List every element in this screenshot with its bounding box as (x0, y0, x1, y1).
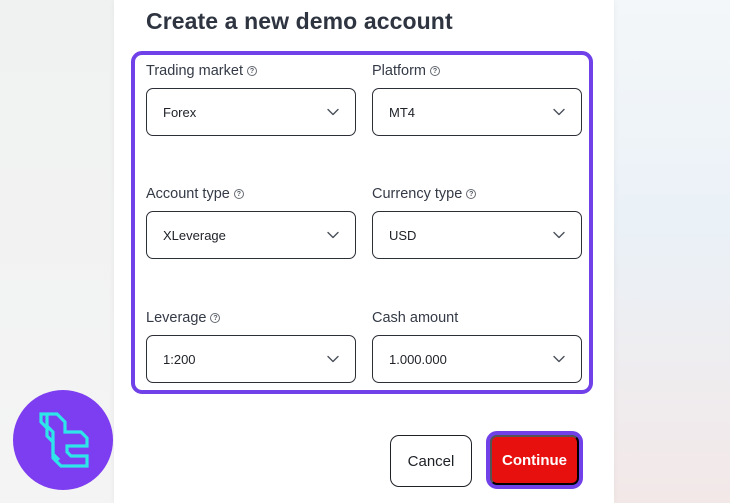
page-title: Create a new demo account (146, 8, 453, 34)
cash-amount-value: 1.000.000 (389, 351, 447, 367)
leverage-select[interactable]: 1:200 (146, 335, 356, 383)
platform-label: Platform ? (372, 61, 582, 81)
question-circle-icon[interactable]: ? (466, 189, 477, 199)
question-circle-icon[interactable]: ? (246, 66, 257, 76)
currency-type-field: Currency type ? USD (372, 184, 582, 259)
cash-amount-field: Cash amount 1.000.000 (372, 308, 582, 383)
cancel-button[interactable]: Cancel (390, 435, 472, 487)
chevron-down-icon (327, 355, 339, 363)
account-type-label: Account type ? (146, 184, 356, 204)
chevron-down-icon (553, 355, 565, 363)
trading-market-field: Trading market ? Forex (146, 61, 356, 136)
platform-select[interactable]: MT4 (372, 88, 582, 136)
cash-amount-select[interactable]: 1.000.000 (372, 335, 582, 383)
question-circle-icon[interactable]: ? (233, 189, 244, 199)
leverage-field: Leverage ? 1:200 (146, 308, 356, 383)
trading-market-value: Forex (163, 104, 197, 120)
continue-button[interactable]: Continue (490, 435, 579, 485)
trading-market-label: Trading market ? (146, 61, 356, 81)
chevron-down-icon (327, 231, 339, 239)
question-circle-icon[interactable]: ? (430, 66, 440, 76)
chevron-down-icon (327, 108, 339, 116)
leverage-value: 1:200 (163, 351, 196, 367)
account-type-value: XLeverage (163, 227, 226, 243)
brand-logo-icon (13, 390, 113, 490)
chevron-down-icon (553, 231, 565, 239)
platform-value: MT4 (389, 104, 415, 120)
currency-type-select[interactable]: USD (372, 211, 582, 259)
cash-amount-label: Cash amount (372, 310, 459, 326)
currency-type-label: Currency type ? (372, 184, 582, 204)
brand-logo-mark (39, 412, 89, 468)
continue-highlight-frame: Continue (486, 431, 583, 489)
account-type-select[interactable]: XLeverage (146, 211, 356, 259)
chevron-down-icon (553, 108, 565, 116)
question-circle-icon[interactable]: ? (210, 313, 221, 323)
currency-type-value: USD (389, 227, 417, 243)
page-background-right (614, 0, 730, 503)
trading-market-select[interactable]: Forex (146, 88, 356, 136)
platform-field: Platform ? MT4 (372, 61, 582, 136)
account-type-field: Account type ? XLeverage (146, 184, 356, 259)
leverage-label: Leverage ? (146, 308, 356, 328)
